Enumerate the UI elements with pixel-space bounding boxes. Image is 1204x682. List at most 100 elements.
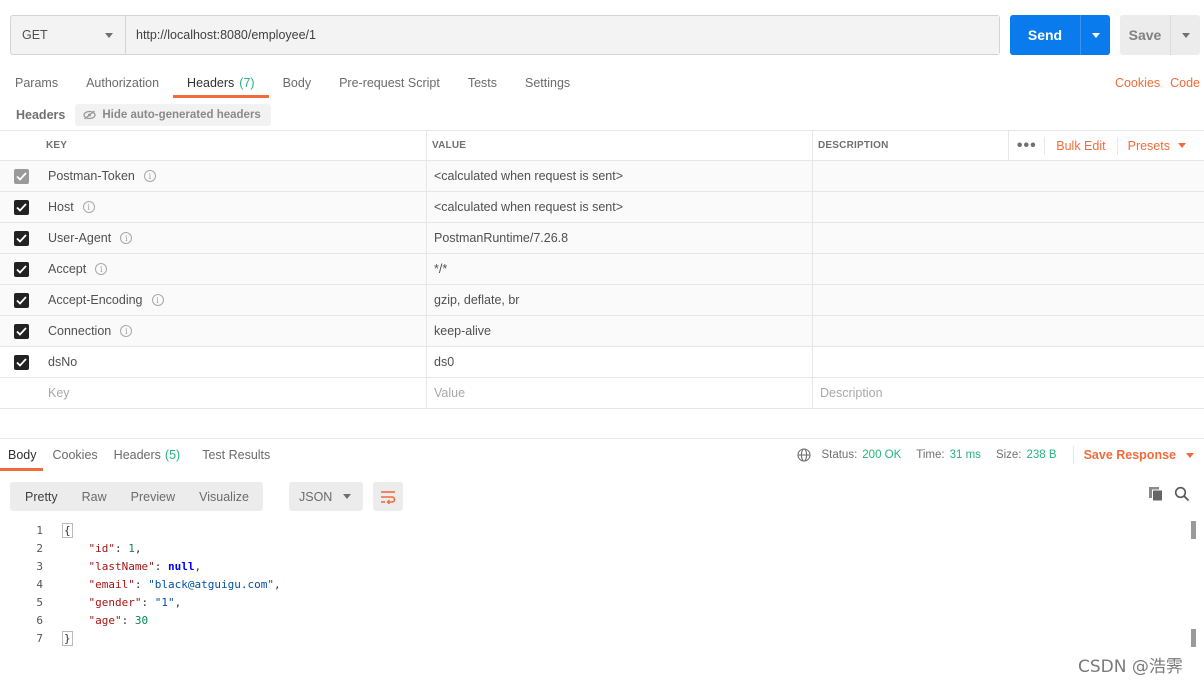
header-description[interactable]	[813, 254, 1204, 284]
info-icon[interactable]: i	[143, 170, 156, 182]
info-icon[interactable]: i	[151, 294, 164, 306]
search-icon[interactable]	[1174, 486, 1190, 502]
new-key-input[interactable]: Key	[42, 378, 427, 408]
info-icon[interactable]: i	[120, 325, 133, 337]
method-select[interactable]: GET	[11, 16, 126, 54]
tab-count: (7)	[239, 76, 255, 90]
info-icon[interactable]: i	[120, 232, 133, 244]
checkbox-icon[interactable]	[13, 168, 29, 184]
header-key[interactable]: Host i	[42, 192, 427, 222]
table-header-row: KEY VALUE DESCRIPTION ••• Bulk Edit Pres…	[0, 130, 1204, 161]
chevron-down-icon	[1186, 452, 1194, 458]
format-select[interactable]: JSON	[289, 482, 363, 511]
header-description[interactable]	[813, 223, 1204, 253]
line-number: 1	[36, 523, 43, 537]
url-input[interactable]	[126, 16, 999, 54]
checkbox-icon[interactable]	[13, 292, 29, 308]
view-pretty-button[interactable]: Pretty	[10, 482, 70, 511]
bulk-edit-button[interactable]: Bulk Edit	[1044, 136, 1116, 155]
header-value[interactable]: PostmanRuntime/7.26.8	[427, 223, 813, 253]
code-line: 5 "gender": "1",	[0, 593, 1190, 611]
response-tab-cookies[interactable]: Cookies	[45, 439, 106, 471]
more-options-button[interactable]: •••	[1008, 131, 1044, 160]
header-value[interactable]: <calculated when request is sent>	[427, 192, 813, 222]
code-text: "id": 1,	[88, 541, 142, 555]
cookies-link[interactable]: Cookies	[1115, 76, 1160, 90]
tab-body[interactable]: Body	[269, 68, 326, 98]
request-side-links: Cookies Code	[1115, 68, 1200, 98]
header-value[interactable]: keep-alive	[427, 316, 813, 346]
row-checkbox-cell	[0, 192, 42, 222]
header-description[interactable]	[813, 161, 1204, 191]
header-value[interactable]: <calculated when request is sent>	[427, 161, 813, 191]
wrap-lines-icon	[381, 490, 396, 504]
send-options-button[interactable]	[1080, 15, 1110, 55]
header-key[interactable]: Postman-Token i	[42, 161, 427, 191]
wrap-lines-button[interactable]	[373, 482, 403, 511]
hide-auto-headers-button[interactable]: Hide auto-generated headers	[75, 104, 271, 126]
table-row: Host i <calculated when request is sent>	[0, 192, 1204, 223]
scrollbar-thumb[interactable]	[1191, 629, 1196, 647]
header-value[interactable]: ds0	[427, 347, 813, 377]
presets-label: Presets	[1127, 138, 1170, 153]
header-key-text: dsNo	[48, 355, 78, 369]
globe-icon[interactable]	[797, 448, 812, 462]
header-description[interactable]	[813, 192, 1204, 222]
save-button[interactable]: Save	[1120, 15, 1170, 55]
header-key[interactable]: Connection i	[42, 316, 427, 346]
view-visualize-button[interactable]: Visualize	[187, 482, 263, 511]
checkbox-icon[interactable]	[13, 354, 29, 370]
chevron-down-icon	[1178, 143, 1186, 148]
info-icon[interactable]: i	[82, 201, 95, 213]
copy-icon[interactable]	[1148, 486, 1164, 502]
format-label: JSON	[299, 489, 333, 504]
tab-authorization[interactable]: Authorization	[72, 68, 173, 98]
send-button[interactable]: Send	[1010, 15, 1080, 55]
tab-pre-request-script[interactable]: Pre-request Script	[325, 68, 454, 98]
column-key: KEY	[42, 131, 427, 160]
save-options-button[interactable]	[1170, 15, 1200, 55]
tab-headers[interactable]: Headers (7)	[173, 68, 269, 98]
presets-button[interactable]: Presets	[1116, 136, 1204, 155]
header-description[interactable]	[813, 316, 1204, 346]
tab-params[interactable]: Params	[0, 68, 72, 98]
header-key-text: Connection	[48, 324, 112, 338]
response-tab-test-results[interactable]: Test Results	[194, 439, 278, 471]
info-icon[interactable]: i	[95, 263, 108, 275]
new-description-input[interactable]: Description	[813, 378, 1204, 408]
code-text: }	[43, 630, 73, 646]
header-description[interactable]	[813, 347, 1204, 377]
view-preview-button[interactable]: Preview	[119, 482, 187, 511]
send-button-group: Send	[1010, 15, 1110, 55]
table-row: Connection i keep-alive	[0, 316, 1204, 347]
hide-auto-headers-label: Hide auto-generated headers	[102, 109, 261, 121]
header-key[interactable]: Accept i	[42, 254, 427, 284]
new-header-row: Key Value Description	[0, 378, 1204, 409]
view-raw-button[interactable]: Raw	[70, 482, 119, 511]
table-actions: ••• Bulk Edit Presets	[1008, 131, 1204, 160]
code-line: 1{	[0, 521, 1190, 539]
code-line: 2 "id": 1,	[0, 539, 1190, 557]
scrollbar-thumb[interactable]	[1191, 521, 1196, 539]
response-tab-headers[interactable]: Headers (5)	[106, 439, 189, 471]
checkbox-icon[interactable]	[13, 261, 29, 277]
header-key[interactable]: Accept-Encoding i	[42, 285, 427, 315]
tab-label: Tests	[467, 76, 497, 90]
header-key[interactable]: dsNo	[42, 347, 427, 377]
checkbox-icon[interactable]	[13, 230, 29, 246]
code-link[interactable]: Code	[1170, 76, 1200, 90]
code-text: "gender": "1",	[88, 595, 182, 609]
tab-tests[interactable]: Tests	[454, 68, 511, 98]
response-body-editor[interactable]: 1{ 2 "id": 1, 3 "lastName": null, 4 "ema…	[0, 521, 1190, 647]
response-tab-body[interactable]: Body	[0, 439, 45, 471]
line-number: 7	[36, 631, 43, 645]
header-description[interactable]	[813, 285, 1204, 315]
header-key[interactable]: User-Agent i	[42, 223, 427, 253]
tab-settings[interactable]: Settings	[511, 68, 584, 98]
header-value[interactable]: gzip, deflate, br	[427, 285, 813, 315]
checkbox-icon[interactable]	[13, 323, 29, 339]
new-value-input[interactable]: Value	[427, 378, 813, 408]
header-value[interactable]: */*	[427, 254, 813, 284]
save-response-button[interactable]: Save Response	[1072, 446, 1194, 464]
checkbox-icon[interactable]	[13, 199, 29, 215]
